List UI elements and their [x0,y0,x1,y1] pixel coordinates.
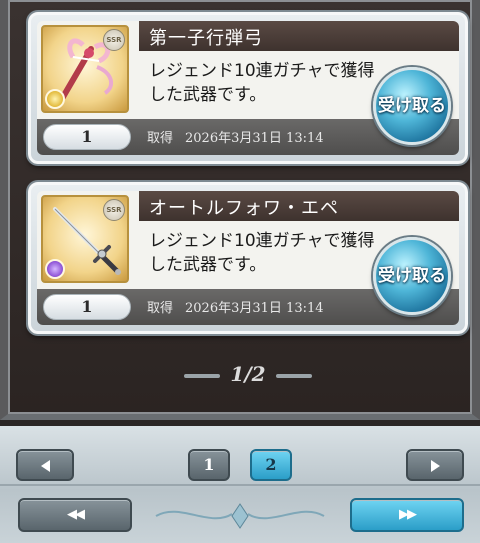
element-light-icon [45,89,65,109]
present-card: SSR 第一子行弾弓 レジェンド10連ガチャで獲得した武器です。 1 取得 202… [28,12,468,164]
obtained-info: 取得 2026年3月31日 13:14 [147,127,324,146]
first-page-button[interactable]: ◀◀ [18,498,132,532]
weapon-thumbnail: SSR [41,195,129,283]
rarity-badge: SSR [103,199,125,221]
decorative-flourish-icon [155,503,325,529]
page-indicator: 1/2 [230,362,266,386]
triangle-left-icon [40,460,50,472]
rarity-badge: SSR [103,29,125,51]
last-page-button[interactable]: ▶▶ [350,498,464,532]
element-dark-icon [45,259,65,279]
present-box-panel: SSR 第一子行弾弓 レジェンド10連ガチャで獲得した武器です。 1 取得 202… [0,0,480,420]
weapon-thumbnail: SSR [41,25,129,113]
page-button-1[interactable]: 1 [188,449,230,481]
obtained-label: 取得 [147,131,174,146]
receive-button[interactable]: 受け取る [373,237,451,315]
item-description: レジェンド10連ガチャで獲得した武器です。 [149,231,375,275]
prev-page-button[interactable] [16,449,74,481]
triangle-right-icon [430,460,440,472]
next-page-button[interactable] [406,449,464,481]
item-description: レジェンド10連ガチャで獲得した武器です。 [149,61,375,105]
nav-divider [0,484,480,486]
card-inner: SSR 第一子行弾弓 レジェンド10連ガチャで獲得した武器です。 1 取得 202… [37,21,459,155]
item-name: 第一子行弾弓 [149,28,263,49]
item-quantity: 1 [43,124,131,150]
present-card: SSR オートルフォワ・エペ レジェンド10連ガチャで獲得した武器です。 1 取… [28,182,468,334]
obtained-date: 2026年3月31日 13:14 [185,301,324,316]
card-inner: SSR オートルフォワ・エペ レジェンド10連ガチャで獲得した武器です。 1 取… [37,191,459,325]
receive-button[interactable]: 受け取る [373,67,451,145]
item-quantity: 1 [43,294,131,320]
item-name: オートルフォワ・エペ [149,198,339,219]
pager-ornament-right [276,374,312,378]
obtained-info: 取得 2026年3月31日 13:14 [147,297,324,316]
obtained-label: 取得 [147,301,174,316]
obtained-date: 2026年3月31日 13:14 [185,131,324,146]
page-button-2[interactable]: 2 [250,449,292,481]
